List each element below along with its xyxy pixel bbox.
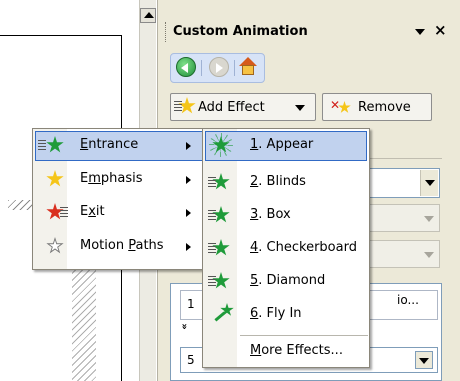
list-item-number: 5 <box>187 353 195 367</box>
submenu-item-label: 5. Diamond <box>250 273 326 288</box>
emphasis-star-icon <box>46 170 66 190</box>
back-icon[interactable] <box>176 57 196 77</box>
add-effect-label: Add Effect <box>198 100 265 115</box>
diamond-effect-icon <box>208 272 232 292</box>
menu-item-label: Emphasis <box>80 171 143 186</box>
motion-paths-icon <box>46 237 66 257</box>
fly-in-effect-icon <box>214 303 234 323</box>
pane-grip[interactable] <box>165 22 167 42</box>
pane-dropdown-button[interactable] <box>414 24 426 38</box>
forward-icon[interactable] <box>209 57 229 77</box>
remove-icon: ✕ <box>330 98 354 116</box>
pane-title: Custom Animation <box>173 24 308 39</box>
chevron-down-icon <box>420 206 438 230</box>
submenu-item-label: 1. Appear <box>250 137 314 152</box>
list-item-text: io... <box>397 293 419 307</box>
chevron-down-icon[interactable] <box>415 351 433 369</box>
list-item-number: 1 <box>187 297 195 311</box>
more-effects-label: More Effects... <box>250 343 343 358</box>
submenu-item-label: 4. Checkerboard <box>250 240 357 255</box>
entrance-star-icon <box>38 136 66 156</box>
menu-item-label: Entrance <box>80 137 139 152</box>
submenu-item-label: 3. Box <box>250 207 291 222</box>
submenu-arrow-icon <box>186 243 191 251</box>
submenu-item-label: 6. Fly In <box>250 306 302 321</box>
checkerboard-effect-icon <box>208 239 232 259</box>
chevron-down-icon <box>295 105 305 111</box>
remove-label: Remove <box>358 100 411 115</box>
submenu-arrow-icon <box>186 176 191 184</box>
chevron-down-icon[interactable] <box>420 170 438 196</box>
appear-effect-icon <box>209 133 233 157</box>
nav-separator <box>234 60 235 76</box>
menu-separator <box>240 335 368 336</box>
submenu-arrow-icon <box>186 142 191 150</box>
scroll-up-button[interactable] <box>140 8 156 23</box>
add-effect-icon <box>174 97 196 117</box>
pane-close-button[interactable]: × <box>434 21 447 39</box>
submenu-arrow-icon <box>186 209 191 217</box>
chevron-down-icon <box>420 242 438 266</box>
expand-icon[interactable]: » <box>179 323 190 329</box>
blinds-effect-icon <box>208 173 232 193</box>
exit-star-icon <box>46 203 68 223</box>
menu-item-label: Motion Paths <box>80 238 164 253</box>
home-icon[interactable] <box>238 57 258 77</box>
menu-item-label: Exit <box>80 204 105 219</box>
nav-separator <box>201 60 202 76</box>
submenu-item-label: 2. Blinds <box>250 174 306 189</box>
box-effect-icon <box>208 206 232 226</box>
